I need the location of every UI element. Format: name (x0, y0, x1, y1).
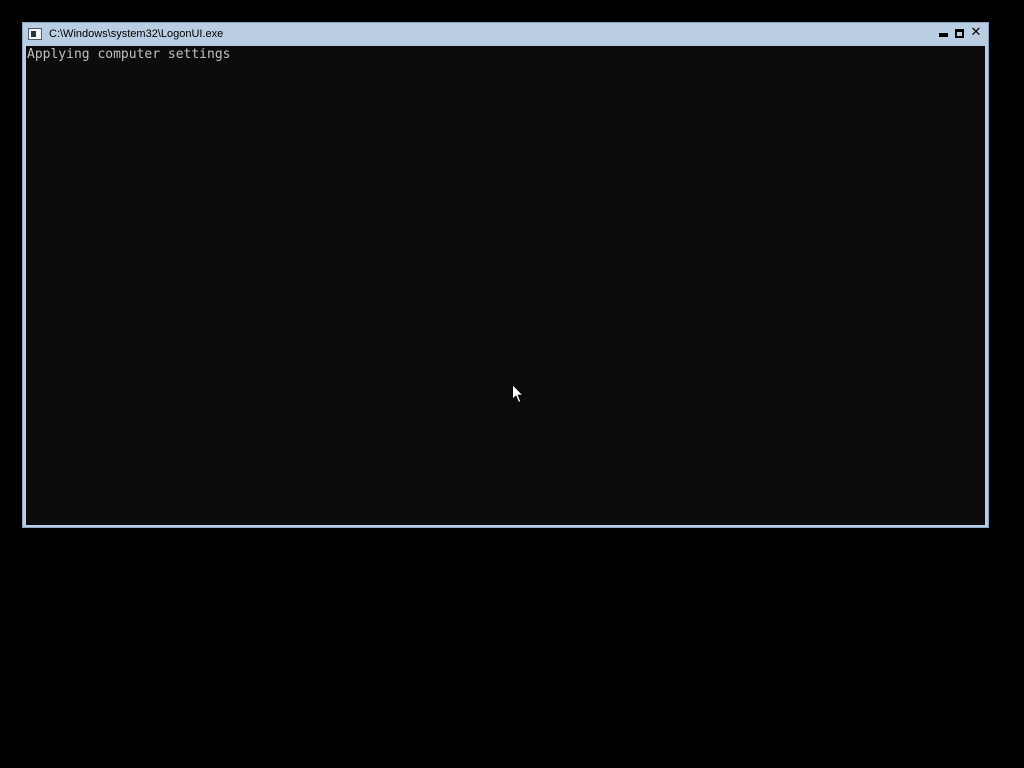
close-button[interactable]: ✕ (970, 25, 982, 40)
console-window[interactable]: C:\Windows\system32\LogonUI.exe ✕ Applyi… (22, 22, 989, 528)
console-output-line: Applying computer settings (27, 47, 231, 62)
maximize-icon (955, 29, 964, 38)
close-icon: ✕ (970, 25, 982, 40)
arrow-cursor-icon (512, 384, 524, 403)
window-title: C:\Windows\system32\LogonUI.exe (49, 28, 224, 40)
maximize-button[interactable] (954, 28, 966, 40)
desktop-background: C:\Windows\system32\LogonUI.exe ✕ Applyi… (0, 0, 1024, 768)
console-app-icon-glyph (31, 31, 36, 37)
minimize-button[interactable] (938, 28, 950, 40)
console-app-icon[interactable] (28, 28, 42, 40)
console-output-area[interactable]: Applying computer settings (26, 46, 985, 525)
title-bar[interactable]: C:\Windows\system32\LogonUI.exe ✕ (23, 23, 988, 46)
minimize-icon (939, 33, 948, 37)
